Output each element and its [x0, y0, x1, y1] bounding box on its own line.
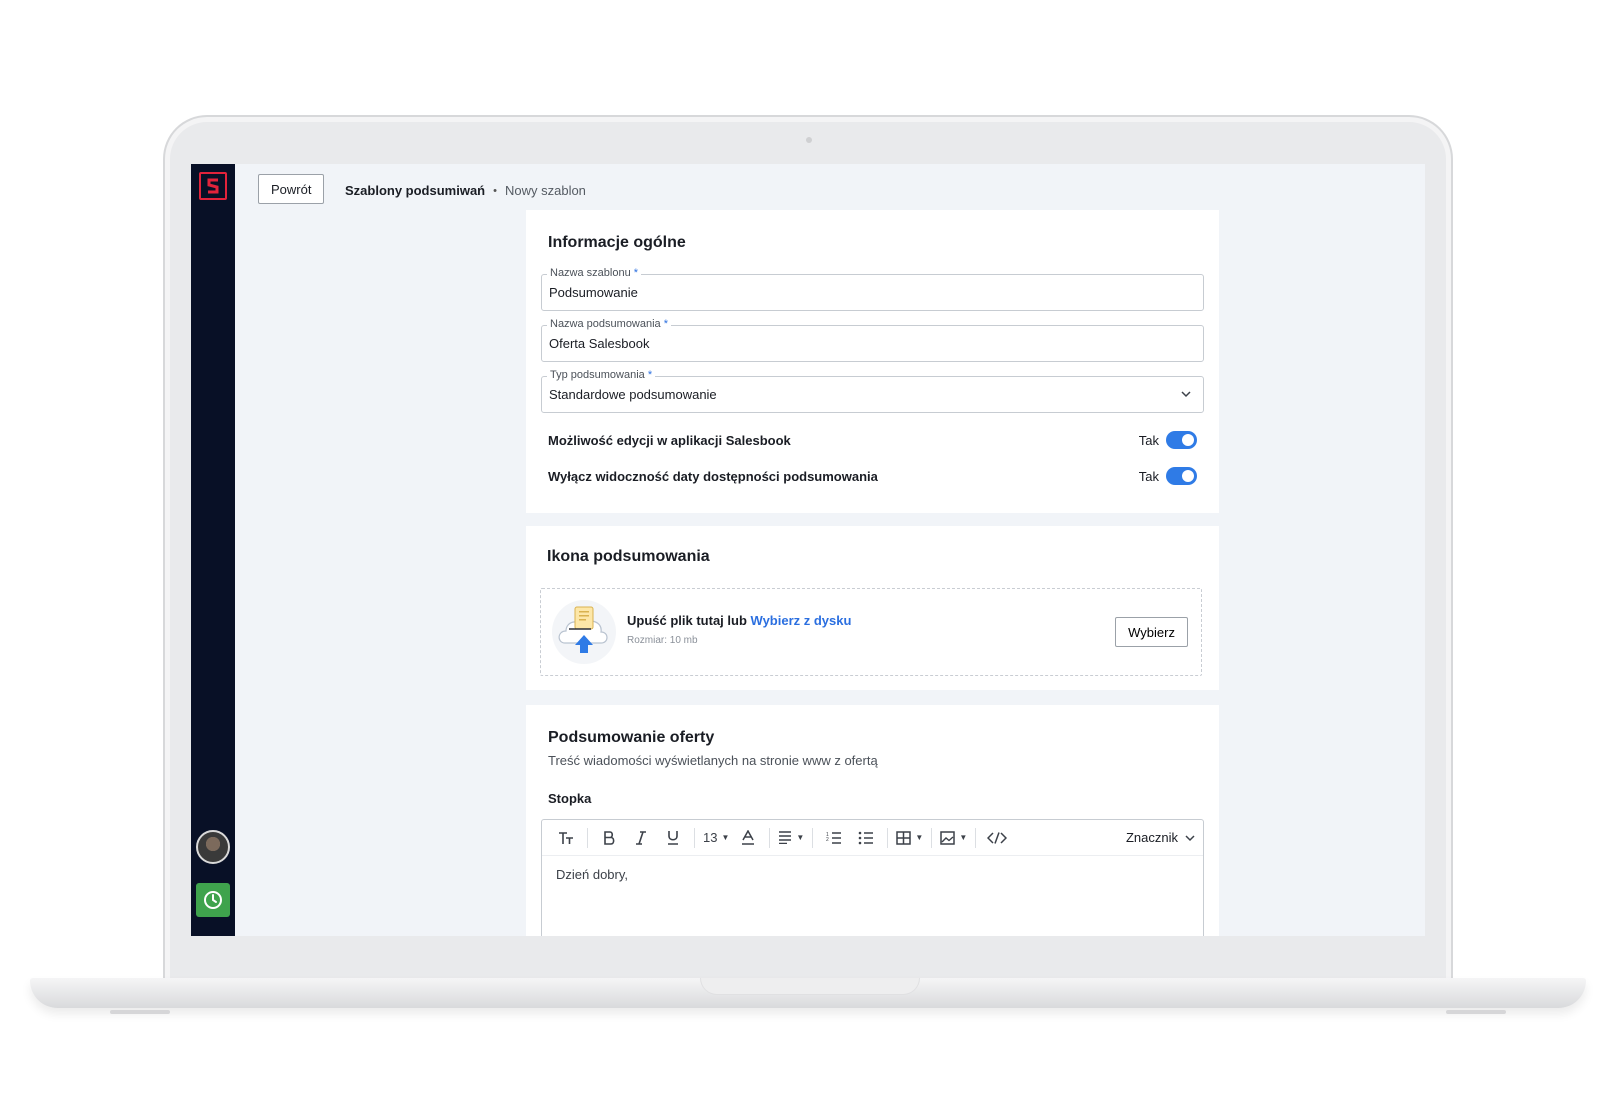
logo-icon[interactable]	[199, 172, 227, 200]
underline-icon[interactable]	[657, 825, 689, 851]
toolbar-divider	[769, 827, 771, 848]
app-screen: Powrót Szablony podsumiwań • Nowy szablo…	[191, 164, 1425, 936]
table-icon[interactable]: ▼	[893, 825, 926, 851]
laptop-notch	[700, 978, 920, 995]
field-label: Nazwa podsumowania *	[547, 318, 672, 330]
card-title: Informacje ogólne	[548, 234, 686, 251]
toolbar-divider	[587, 827, 588, 848]
italic-icon[interactable]	[625, 825, 657, 851]
back-button[interactable]: Powrót	[258, 174, 325, 204]
breadcrumb-separator: •	[493, 184, 497, 197]
toggle-state: Tak	[1138, 432, 1159, 448]
camera	[806, 137, 812, 143]
text-color-icon[interactable]	[732, 825, 764, 851]
offer-summary-card: Podsumowanie oferty Treść wiadomości wyś…	[526, 705, 1219, 936]
general-info-card: Informacje ogólne Nazwa szablonu * Podsu…	[526, 210, 1219, 513]
toolbar-divider	[931, 827, 933, 848]
breadcrumb-current: Nowy szablon	[504, 183, 586, 198]
file-size-note: Rozmiar: 10 mb	[627, 635, 698, 646]
hide-date-row: Wyłącz widoczność daty dostępności podsu…	[548, 464, 1197, 488]
toggle-state: Tak	[1138, 468, 1159, 484]
field-label: Typ podsumowania *	[547, 369, 656, 381]
text-style-icon[interactable]	[550, 825, 582, 851]
field-label: Nazwa szablonu *	[547, 267, 642, 279]
caret-down-icon: ▼	[721, 833, 730, 842]
svg-text:2: 2	[826, 837, 829, 843]
choose-file-button[interactable]: Wybierz	[1115, 617, 1188, 647]
file-dropzone[interactable]: Upuść plik tutaj lub Wybierz z dysku Roz…	[540, 588, 1202, 676]
code-icon[interactable]	[981, 825, 1013, 851]
bold-icon[interactable]	[593, 825, 625, 851]
field-value: Podsumowanie	[549, 285, 638, 300]
align-icon[interactable]: ▼	[775, 825, 807, 851]
caret-down-icon: ▼	[959, 833, 968, 842]
clock-icon	[204, 891, 222, 909]
template-name-field[interactable]: Nazwa szablonu * Podsumowanie	[541, 267, 1204, 311]
rich-text-editor[interactable]: 13 ▼ ▼ 12 ▼ ▼ Znacznik Dzień dobry,	[541, 819, 1204, 936]
drop-text: Upuść plik tutaj lub Wybierz z dysku	[627, 613, 852, 628]
avatar[interactable]	[196, 830, 230, 864]
edit-in-app-row: Możliwość edycji w aplikacji Salesbook T…	[548, 428, 1197, 452]
summary-icon-card: Ikona podsumowania Upuść plik tutaj lub …	[526, 526, 1219, 690]
sidebar	[191, 164, 235, 936]
chevron-down-icon	[1185, 834, 1195, 841]
cloud-upload-icon	[552, 600, 616, 664]
editor-line: Dzień dobry,	[556, 867, 629, 882]
caret-down-icon: ▼	[915, 833, 924, 842]
toolbar-divider	[887, 827, 889, 848]
laptop-foot	[110, 1010, 170, 1014]
toggle-label: Wyłącz widoczność daty dostępności podsu…	[548, 468, 878, 484]
editor-content[interactable]: Dzień dobry,	[556, 867, 628, 882]
toolbar-divider	[694, 827, 695, 848]
toolbar-divider	[812, 827, 814, 848]
breadcrumb: Szablony podsumiwań • Nowy szablon	[345, 183, 586, 198]
card-title: Podsumowanie oferty	[548, 729, 715, 746]
summary-name-field[interactable]: Nazwa podsumowania * Oferta Salesbook	[541, 318, 1204, 362]
editor-toolbar: 13 ▼ ▼ 12 ▼ ▼ Znacznik	[542, 820, 1203, 856]
summary-type-select[interactable]: Typ podsumowania * Standardowe podsumowa…	[541, 369, 1204, 413]
footer-label: Stopka	[548, 791, 592, 806]
chevron-down-icon	[1181, 391, 1191, 398]
font-size-select[interactable]: 13 ▼	[700, 825, 732, 851]
edit-in-app-toggle[interactable]	[1166, 431, 1197, 449]
breadcrumb-parent[interactable]: Szablony podsumiwań	[345, 183, 485, 198]
bullet-list-icon[interactable]	[850, 825, 882, 851]
ordered-list-icon[interactable]: 12	[818, 825, 850, 851]
card-subtitle: Treść wiadomości wyświetlanych na stroni…	[548, 753, 878, 768]
hide-date-toggle[interactable]	[1166, 467, 1197, 485]
image-icon[interactable]: ▼	[937, 825, 970, 851]
toolbar-divider	[975, 827, 977, 848]
choose-from-disk-link[interactable]: Wybierz z dysku	[751, 613, 852, 628]
field-value: Standardowe podsumowanie	[549, 387, 717, 402]
clock-button[interactable]	[196, 883, 230, 917]
field-value: Oferta Salesbook	[549, 336, 650, 351]
tag-menu[interactable]: Znacznik	[1126, 830, 1195, 845]
tag-menu-label: Znacznik	[1125, 830, 1178, 845]
laptop-foot	[1446, 1010, 1506, 1014]
caret-down-icon: ▼	[796, 833, 805, 842]
topbar: Powrót Szablony podsumiwań • Nowy szablo…	[235, 164, 1425, 210]
toggle-label: Możliwość edycji w aplikacji Salesbook	[548, 432, 791, 448]
card-title: Ikona podsumowania	[547, 548, 710, 565]
